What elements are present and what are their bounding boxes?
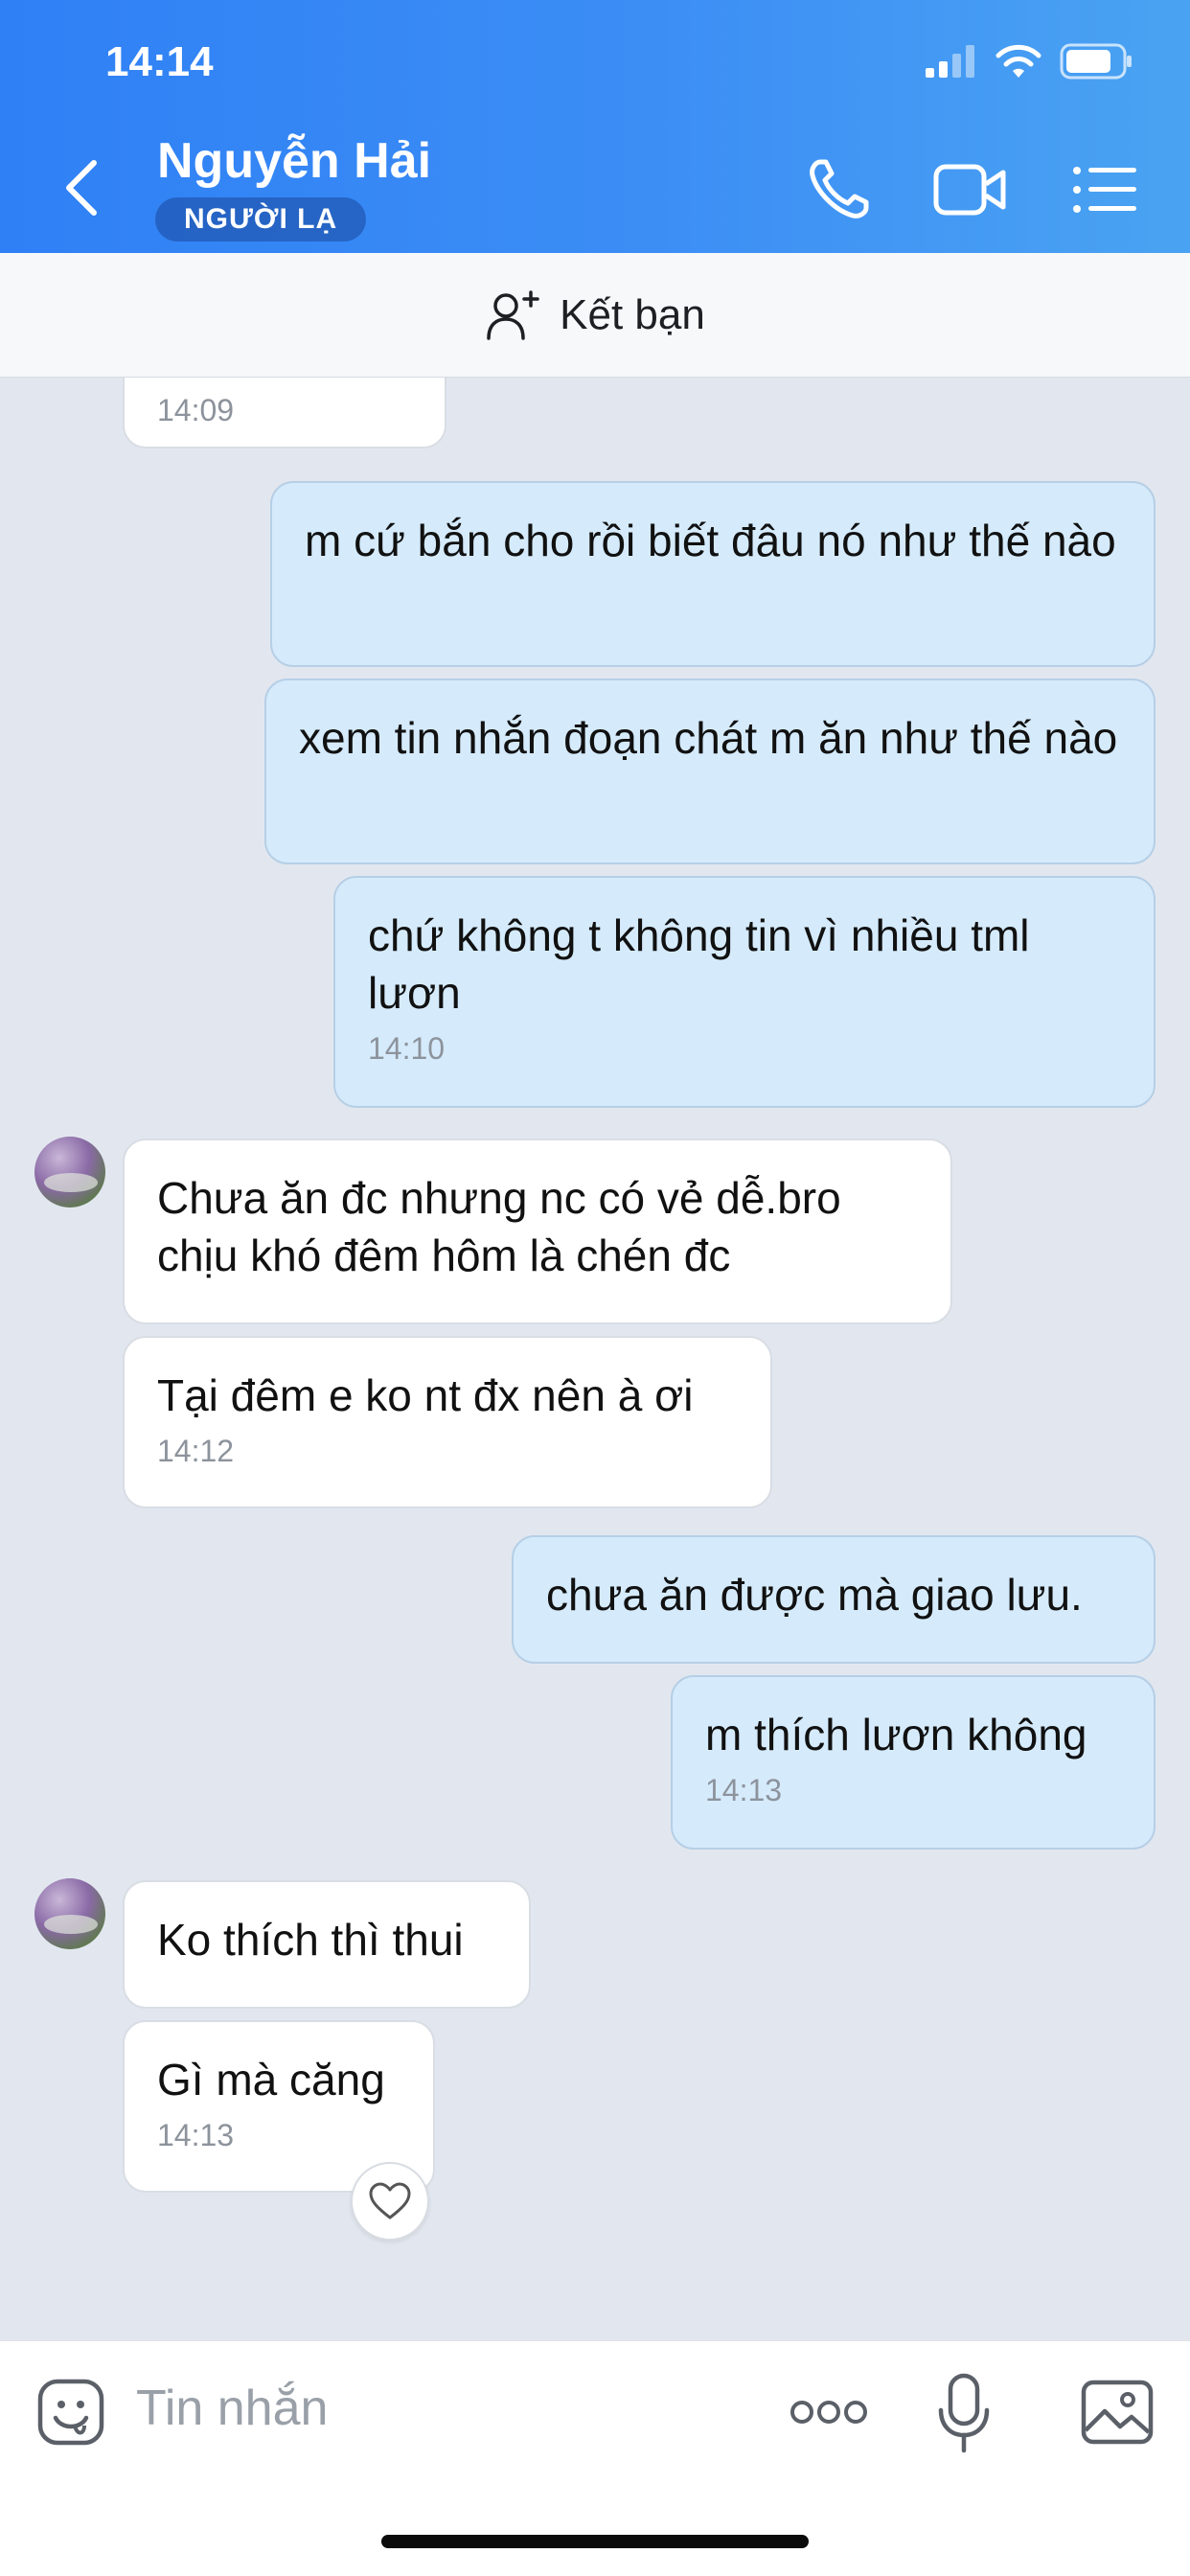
message-text: m cứ bắn cho rồi biết đâu nó như thế nào — [305, 516, 1116, 565]
contact-avatar[interactable] — [34, 1878, 105, 1949]
menu-list-icon — [1073, 167, 1136, 213]
message-text: Chưa ăn đc nhưng nc có vẻ dễ.bro chịu kh… — [157, 1173, 841, 1280]
status-icons — [926, 42, 1133, 80]
sticker-button[interactable] — [33, 2374, 109, 2450]
message-text: xem tin nhắn đoạn chát m ăn như thế nào — [299, 713, 1118, 763]
message-text: chứ không t không tin vì nhiều tml lươn — [368, 910, 1030, 1018]
add-friend-label: Kết bạn — [560, 290, 705, 338]
message-bubble-outgoing[interactable]: xem tin nhắn đoạn chát m ăn như thế nào — [264, 678, 1156, 864]
voice-call-button[interactable] — [795, 153, 881, 226]
more-icon — [790, 2401, 867, 2424]
message-bubble-incoming[interactable]: Ko thích thì thui — [123, 1880, 531, 2009]
sticker-icon — [37, 2379, 104, 2446]
phone-icon — [810, 159, 869, 218]
message-timestamp: 14:09 — [157, 393, 235, 427]
message-timestamp: 14:10 — [368, 1031, 446, 1066]
add-friend-button[interactable]: Kết bạn — [0, 253, 1190, 378]
home-indicator — [381, 2535, 809, 2548]
video-call-button[interactable] — [927, 153, 1014, 226]
message-bubble-outgoing[interactable]: m thích lươn không 14:13 — [671, 1675, 1156, 1850]
message-bubble-incoming[interactable]: 14:09 — [123, 378, 446, 448]
voice-record-button[interactable] — [926, 2370, 1002, 2456]
add-friend-icon — [487, 289, 539, 340]
video-call-icon — [933, 164, 1006, 216]
image-picker-button[interactable] — [1077, 2374, 1157, 2450]
heart-icon — [369, 2182, 411, 2220]
more-button[interactable] — [786, 2374, 872, 2450]
back-icon — [66, 160, 97, 216]
message-text: Gì mà căng — [157, 2055, 385, 2104]
back-button[interactable] — [54, 153, 111, 222]
message-bubble-incoming[interactable]: Chưa ăn đc nhưng nc có vẻ dễ.bro chịu kh… — [123, 1138, 952, 1324]
chat-header: 14:14 Nguyễn Hải NGƯỜI LẠ — [0, 0, 1190, 253]
status-time: 14:14 — [105, 38, 214, 85]
message-bubble-outgoing[interactable]: chưa ăn được mà giao lưu. — [512, 1535, 1156, 1664]
image-icon — [1081, 2380, 1154, 2445]
message-text: Ko thích thì thui — [157, 1915, 464, 1965]
contact-avatar[interactable] — [34, 1137, 105, 1208]
message-bubble-incoming[interactable]: Tại đêm e ko nt đx nên à ơi 14:12 — [123, 1336, 772, 1508]
message-timestamp: 14:12 — [157, 1434, 235, 1468]
message-input-bar: Tin nhắn — [0, 2340, 1190, 2576]
message-text: Tại đêm e ko nt đx nên à ơi — [157, 1370, 694, 1420]
message-timestamp: 14:13 — [705, 1773, 783, 1807]
message-list[interactable]: 14:09 m cứ bắn cho rồi biết đâu nó như t… — [0, 378, 1190, 2340]
stranger-badge: NGƯỜI LẠ — [155, 197, 367, 242]
battery-icon — [1060, 43, 1132, 80]
chat-screen: 14:14 Nguyễn Hải NGƯỜI LẠ Kết bạn 14:09 … — [0, 0, 1190, 2576]
message-text: m thích lươn không — [705, 1710, 1087, 1760]
message-bubble-outgoing[interactable]: m cứ bắn cho rồi biết đâu nó như thế nào — [270, 481, 1156, 667]
message-bubble-outgoing[interactable]: chứ không t không tin vì nhiều tml lươn … — [333, 876, 1156, 1108]
wifi-icon — [995, 44, 1041, 78]
message-input[interactable]: Tin nhắn — [136, 2380, 328, 2437]
microphone-icon — [938, 2373, 990, 2453]
message-timestamp: 14:13 — [157, 2118, 235, 2152]
message-text: chưa ăn được mà giao lưu. — [546, 1570, 1083, 1620]
contact-name[interactable]: Nguyễn Hải — [157, 132, 431, 190]
signal-icon — [926, 45, 974, 78]
react-heart-button[interactable] — [351, 2162, 429, 2241]
menu-button[interactable] — [1062, 153, 1148, 226]
